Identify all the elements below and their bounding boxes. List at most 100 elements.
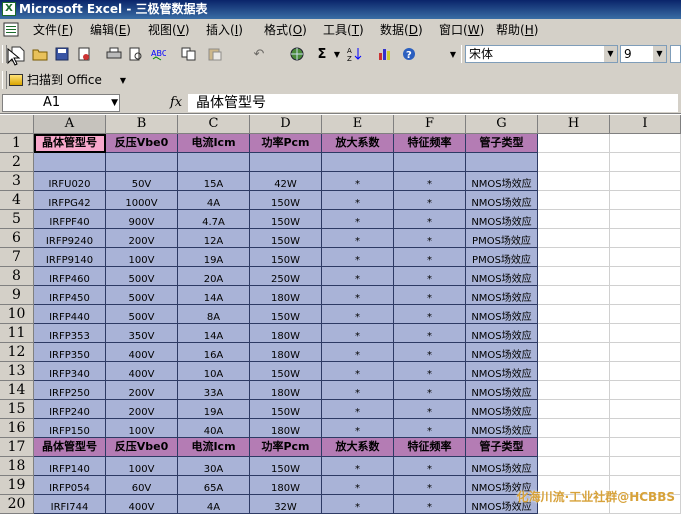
cell-d10[interactable]: 150W bbox=[250, 305, 322, 324]
cell-e1[interactable]: 放大系数 bbox=[322, 134, 394, 153]
cell-c7[interactable]: 19A bbox=[178, 248, 250, 267]
cell-e7[interactable]: * bbox=[322, 248, 394, 267]
cell-d11[interactable]: 180W bbox=[250, 324, 322, 343]
cell-c5[interactable]: 4.7A bbox=[178, 210, 250, 229]
row-header-16[interactable]: 16 bbox=[0, 419, 34, 438]
toolbar-grip[interactable] bbox=[2, 71, 7, 89]
cell-a9[interactable]: IRFP450 bbox=[34, 286, 106, 305]
cell-a5[interactable]: IRFPF40 bbox=[34, 210, 106, 229]
cell-i14[interactable] bbox=[610, 381, 681, 400]
cell-f20[interactable]: * bbox=[394, 495, 466, 514]
autosum-dropdown-icon[interactable]: ▼ bbox=[328, 45, 346, 63]
toolbar-options-icon[interactable]: ▼ bbox=[444, 45, 462, 63]
cell-g11[interactable]: NMOS场效应 bbox=[466, 324, 538, 343]
cell-h2[interactable] bbox=[538, 153, 610, 172]
cell-e14[interactable]: * bbox=[322, 381, 394, 400]
cell-e6[interactable]: * bbox=[322, 229, 394, 248]
cell-f12[interactable]: * bbox=[394, 343, 466, 362]
row-header-4[interactable]: 4 bbox=[0, 191, 34, 210]
cell-c20[interactable]: 4A bbox=[178, 495, 250, 514]
cell-e5[interactable]: * bbox=[322, 210, 394, 229]
hyperlink-icon[interactable] bbox=[289, 45, 307, 63]
cell-i3[interactable] bbox=[610, 172, 681, 191]
cell-e11[interactable]: * bbox=[322, 324, 394, 343]
cell-a16[interactable]: IRFP150 bbox=[34, 419, 106, 438]
cell-d1[interactable]: 功率Pcm bbox=[250, 134, 322, 153]
cell-b12[interactable]: 400V bbox=[106, 343, 178, 362]
cell-g4[interactable]: NMOS场效应 bbox=[466, 191, 538, 210]
cell-d2[interactable] bbox=[250, 153, 322, 172]
cell-e18[interactable]: * bbox=[322, 457, 394, 476]
cell-e9[interactable]: * bbox=[322, 286, 394, 305]
menu-help[interactable]: 帮助(H) bbox=[496, 19, 538, 41]
chevron-down-icon[interactable]: ▼ bbox=[604, 46, 617, 62]
cell-b8[interactable]: 500V bbox=[106, 267, 178, 286]
cell-a7[interactable]: IRFP9140 bbox=[34, 248, 106, 267]
cell-c4[interactable]: 4A bbox=[178, 191, 250, 210]
cell-f14[interactable]: * bbox=[394, 381, 466, 400]
save-icon[interactable] bbox=[53, 45, 71, 63]
cell-a10[interactable]: IRFP440 bbox=[34, 305, 106, 324]
cell-i9[interactable] bbox=[610, 286, 681, 305]
cell-c11[interactable]: 14A bbox=[178, 324, 250, 343]
cell-g8[interactable]: NMOS场效应 bbox=[466, 267, 538, 286]
cell-e3[interactable]: * bbox=[322, 172, 394, 191]
cell-c15[interactable]: 19A bbox=[178, 400, 250, 419]
cell-a8[interactable]: IRFP460 bbox=[34, 267, 106, 286]
select-all-corner[interactable] bbox=[0, 115, 34, 134]
cell-g12[interactable]: NMOS场效应 bbox=[466, 343, 538, 362]
cell-h14[interactable] bbox=[538, 381, 610, 400]
cell-e17[interactable]: 放大系数 bbox=[322, 438, 394, 457]
cell-c1[interactable]: 电流Icm bbox=[178, 134, 250, 153]
cell-f8[interactable]: * bbox=[394, 267, 466, 286]
cell-d14[interactable]: 180W bbox=[250, 381, 322, 400]
cell-b20[interactable]: 400V bbox=[106, 495, 178, 514]
cell-i11[interactable] bbox=[610, 324, 681, 343]
cell-b4[interactable]: 1000V bbox=[106, 191, 178, 210]
cell-h11[interactable] bbox=[538, 324, 610, 343]
row-header-11[interactable]: 11 bbox=[0, 324, 34, 343]
row-header-7[interactable]: 7 bbox=[0, 248, 34, 267]
column-header-b[interactable]: B bbox=[106, 115, 178, 134]
menu-file[interactable]: 文件(F) bbox=[33, 19, 73, 41]
cell-a2[interactable] bbox=[34, 153, 106, 172]
cell-a19[interactable]: IRFP054 bbox=[34, 476, 106, 495]
cell-a11[interactable]: IRFP353 bbox=[34, 324, 106, 343]
cell-d8[interactable]: 250W bbox=[250, 267, 322, 286]
cell-f16[interactable]: * bbox=[394, 419, 466, 438]
formula-input[interactable]: 晶体管型号 bbox=[188, 94, 678, 112]
row-header-2[interactable]: 2 bbox=[0, 153, 34, 172]
cell-b5[interactable]: 900V bbox=[106, 210, 178, 229]
cell-f5[interactable]: * bbox=[394, 210, 466, 229]
row-header-17[interactable]: 17 bbox=[0, 438, 34, 457]
cell-i17[interactable] bbox=[610, 438, 681, 457]
cell-c9[interactable]: 14A bbox=[178, 286, 250, 305]
paste-icon[interactable] bbox=[206, 45, 224, 63]
cell-i7[interactable] bbox=[610, 248, 681, 267]
cell-g5[interactable]: NMOS场效应 bbox=[466, 210, 538, 229]
cell-e13[interactable]: * bbox=[322, 362, 394, 381]
row-header-12[interactable]: 12 bbox=[0, 343, 34, 362]
menu-edit[interactable]: 编辑(E) bbox=[90, 19, 131, 41]
cell-c8[interactable]: 20A bbox=[178, 267, 250, 286]
cell-g14[interactable]: NMOS场效应 bbox=[466, 381, 538, 400]
cell-h6[interactable] bbox=[538, 229, 610, 248]
cell-g1[interactable]: 管子类型 bbox=[466, 134, 538, 153]
cell-h4[interactable] bbox=[538, 191, 610, 210]
cell-h1[interactable] bbox=[538, 134, 610, 153]
cell-i18[interactable] bbox=[610, 457, 681, 476]
column-header-e[interactable]: E bbox=[322, 115, 394, 134]
chart-wizard-icon[interactable] bbox=[376, 45, 394, 63]
cell-b3[interactable]: 50V bbox=[106, 172, 178, 191]
cell-h18[interactable] bbox=[538, 457, 610, 476]
row-header-10[interactable]: 10 bbox=[0, 305, 34, 324]
cell-b14[interactable]: 200V bbox=[106, 381, 178, 400]
cell-i8[interactable] bbox=[610, 267, 681, 286]
row-header-3[interactable]: 3 bbox=[0, 172, 34, 191]
menu-data[interactable]: 数据(D) bbox=[380, 19, 423, 41]
cell-h15[interactable] bbox=[538, 400, 610, 419]
column-header-f[interactable]: F bbox=[394, 115, 466, 134]
row-header-14[interactable]: 14 bbox=[0, 381, 34, 400]
toolbar-options-icon[interactable]: ▼ bbox=[114, 71, 132, 89]
cell-c18[interactable]: 30A bbox=[178, 457, 250, 476]
